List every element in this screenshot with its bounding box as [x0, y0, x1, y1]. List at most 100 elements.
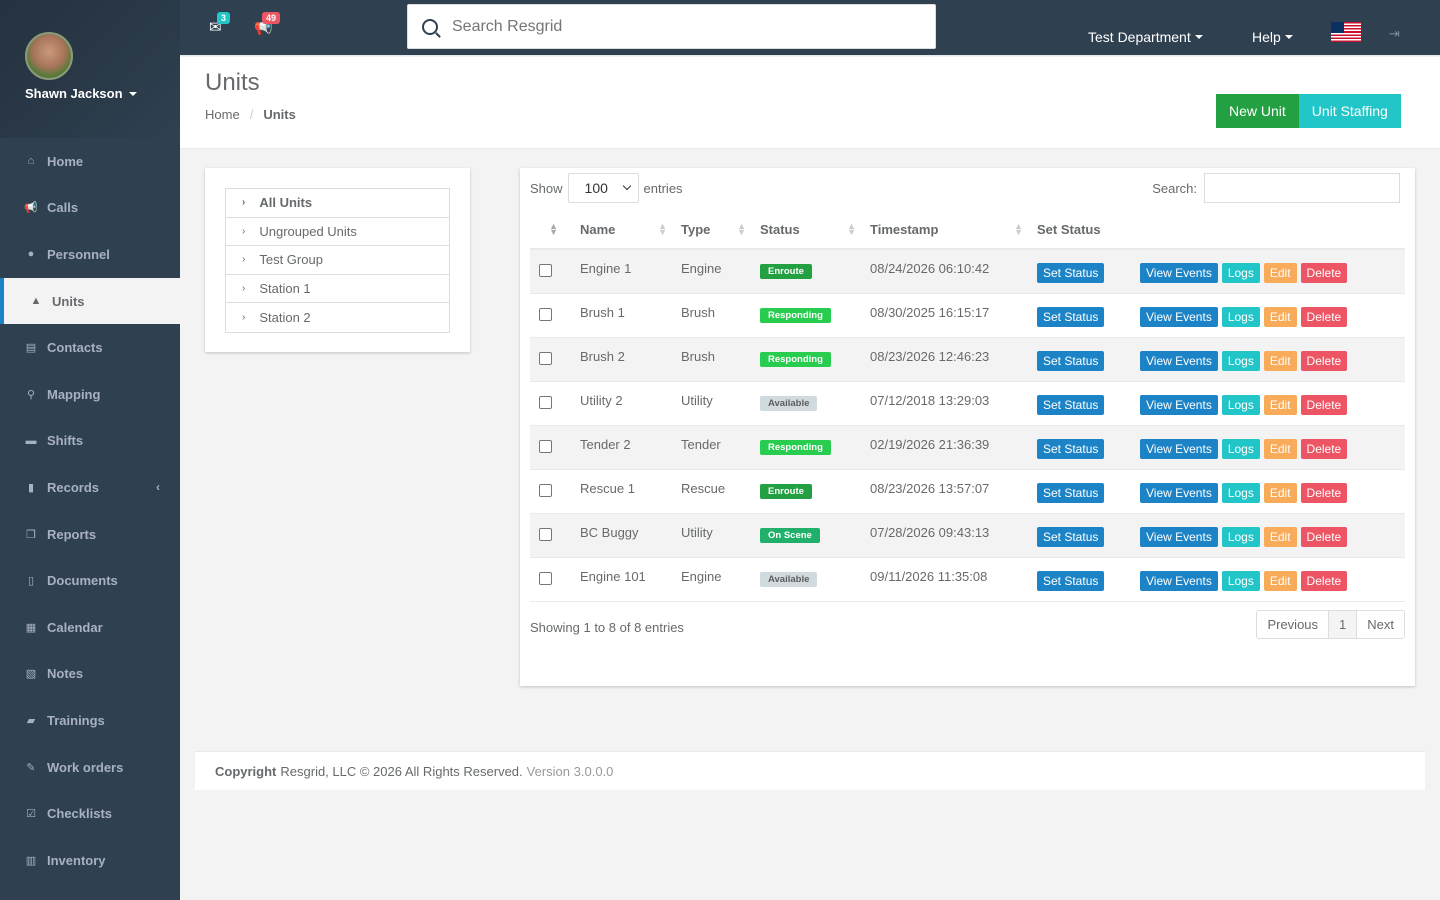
- tree-item-test-group[interactable]: › Test Group: [226, 246, 449, 275]
- new-unit-button[interactable]: New Unit: [1216, 94, 1299, 128]
- row-checkbox[interactable]: [539, 571, 552, 585]
- delete-button[interactable]: Delete: [1300, 482, 1348, 503]
- sidebar-item-notes[interactable]: ▧ Notes: [0, 651, 180, 698]
- pagination-next[interactable]: Next: [1357, 611, 1404, 638]
- column-header-timestamp[interactable]: Timestamp ▲ ▼: [870, 210, 1037, 250]
- sidebar-item-contacts[interactable]: ▤ Contacts: [0, 324, 180, 371]
- chevron-right-icon: ›: [242, 254, 246, 266]
- view-events-button[interactable]: View Events: [1140, 438, 1218, 459]
- sidebar-item-label: Calendar: [47, 619, 103, 635]
- edit-button[interactable]: Edit: [1263, 306, 1297, 327]
- delete-button[interactable]: Delete: [1300, 263, 1348, 283]
- set-status-button[interactable]: Set Status: [1037, 526, 1105, 547]
- set-status-button[interactable]: Set Status: [1037, 350, 1105, 371]
- delete-button[interactable]: Delete: [1300, 526, 1348, 547]
- global-search-input[interactable]: [452, 17, 892, 36]
- sidebar-item-calendar[interactable]: ▦ Calendar: [0, 604, 180, 651]
- edit-button[interactable]: Edit: [1263, 570, 1297, 591]
- pagination-previous[interactable]: Previous: [1257, 611, 1330, 638]
- sidebar-item-work-orders[interactable]: ✎ Work orders: [0, 744, 180, 791]
- messages-notification[interactable]: ✉ 3: [209, 12, 231, 36]
- delete-button[interactable]: Delete: [1300, 306, 1348, 327]
- logout-icon[interactable]: ⇥: [1389, 26, 1400, 42]
- edit-button[interactable]: Edit: [1263, 394, 1297, 415]
- set-status-button[interactable]: Set Status: [1037, 482, 1105, 503]
- row-checkbox[interactable]: [539, 395, 552, 409]
- row-select-cell: [530, 337, 580, 381]
- avatar[interactable]: [25, 32, 73, 80]
- row-checkbox[interactable]: [539, 264, 552, 277]
- department-dropdown[interactable]: Test Department: [1088, 29, 1203, 45]
- breadcrumb-home[interactable]: Home: [205, 107, 240, 122]
- row-select-cell: [530, 293, 580, 337]
- row-checkbox[interactable]: [539, 527, 552, 541]
- logs-button[interactable]: Logs: [1221, 482, 1260, 503]
- footer: Copyright Resgrid, LLC © 2026 All Rights…: [195, 751, 1425, 790]
- sidebar-item-inventory[interactable]: ▥ Inventory: [0, 837, 180, 884]
- unit-staffing-button[interactable]: Unit Staffing: [1298, 94, 1401, 128]
- sidebar-item-documents[interactable]: ▯ Documents: [0, 557, 180, 604]
- delete-button[interactable]: Delete: [1300, 394, 1348, 415]
- edit-button[interactable]: Edit: [1263, 526, 1297, 547]
- sidebar-item-trainings[interactable]: ▰ Trainings: [0, 697, 180, 744]
- view-events-button[interactable]: View Events: [1140, 394, 1218, 415]
- column-header-select[interactable]: ▲ ▼: [530, 210, 580, 250]
- edit-button[interactable]: Edit: [1263, 438, 1297, 459]
- delete-button[interactable]: Delete: [1300, 438, 1348, 459]
- us-flag-icon[interactable]: [1331, 22, 1361, 42]
- sidebar-item-records[interactable]: ▮ Records ‹: [0, 464, 180, 511]
- logs-button[interactable]: Logs: [1221, 526, 1260, 547]
- sidebar-item-reports[interactable]: ❐ Reports: [0, 511, 180, 558]
- delete-button[interactable]: Delete: [1300, 350, 1348, 371]
- edit-button[interactable]: Edit: [1263, 482, 1297, 503]
- tree-item-station-1[interactable]: › Station 1: [226, 275, 449, 304]
- tree-item-ungrouped-units[interactable]: › Ungrouped Units: [226, 218, 449, 247]
- pagination-page[interactable]: 1: [1329, 611, 1358, 638]
- row-checkbox[interactable]: [539, 439, 552, 453]
- tree-item-station-2[interactable]: › Station 2: [226, 303, 449, 332]
- logs-button[interactable]: Logs: [1221, 350, 1260, 371]
- logs-button[interactable]: Logs: [1221, 306, 1260, 327]
- view-events-button[interactable]: View Events: [1140, 482, 1218, 503]
- view-events-button[interactable]: View Events: [1140, 350, 1218, 371]
- sidebar-item-label: Contacts: [47, 340, 103, 356]
- view-events-button[interactable]: View Events: [1140, 306, 1218, 327]
- table-search-input[interactable]: [1204, 173, 1400, 203]
- column-header-name[interactable]: Name ▲ ▼: [580, 210, 681, 250]
- sidebar-item-shifts[interactable]: ▬ Shifts: [0, 418, 180, 465]
- set-status-button[interactable]: Set Status: [1037, 570, 1105, 591]
- logs-button[interactable]: Logs: [1221, 263, 1260, 283]
- sidebar-item-mapping[interactable]: ⚲ Mapping: [0, 371, 180, 418]
- view-events-button[interactable]: View Events: [1140, 263, 1218, 283]
- set-status-button[interactable]: Set Status: [1037, 263, 1105, 283]
- messages-badge: 3: [217, 12, 231, 24]
- set-status-button[interactable]: Set Status: [1037, 306, 1105, 327]
- help-dropdown[interactable]: Help: [1252, 29, 1293, 45]
- row-checkbox[interactable]: [539, 307, 552, 321]
- tree-item-all-units[interactable]: › All Units: [226, 189, 449, 218]
- edit-button[interactable]: Edit: [1263, 263, 1297, 283]
- column-header-type[interactable]: Type ▲ ▼: [681, 210, 760, 250]
- sidebar-item-calls[interactable]: 📢 Calls: [0, 185, 180, 232]
- logs-button[interactable]: Logs: [1221, 438, 1260, 459]
- profile-menu-toggle[interactable]: Shawn Jackson: [25, 86, 180, 101]
- column-header-status[interactable]: Status ▲ ▼: [760, 210, 870, 250]
- sidebar-item-units[interactable]: ▲ Units: [0, 277, 180, 325]
- page-size-select[interactable]: 100: [567, 173, 639, 203]
- view-events-button[interactable]: View Events: [1140, 570, 1218, 591]
- sidebar-item-label: Calls: [47, 200, 79, 216]
- global-search[interactable]: [407, 4, 936, 49]
- delete-button[interactable]: Delete: [1300, 570, 1348, 591]
- set-status-button[interactable]: Set Status: [1037, 394, 1105, 415]
- sidebar-item-personnel[interactable]: ● Personnel: [0, 231, 180, 278]
- sidebar-item-checklists[interactable]: ☑ Checklists: [0, 790, 180, 837]
- view-events-button[interactable]: View Events: [1140, 526, 1218, 547]
- edit-button[interactable]: Edit: [1263, 350, 1297, 371]
- logs-button[interactable]: Logs: [1221, 570, 1260, 591]
- calls-notification[interactable]: 📢 49: [254, 12, 281, 36]
- row-checkbox[interactable]: [539, 483, 552, 497]
- sidebar-item-home[interactable]: ⌂ Home: [0, 138, 180, 185]
- logs-button[interactable]: Logs: [1221, 394, 1260, 415]
- set-status-button[interactable]: Set Status: [1037, 438, 1105, 459]
- row-checkbox[interactable]: [539, 351, 552, 365]
